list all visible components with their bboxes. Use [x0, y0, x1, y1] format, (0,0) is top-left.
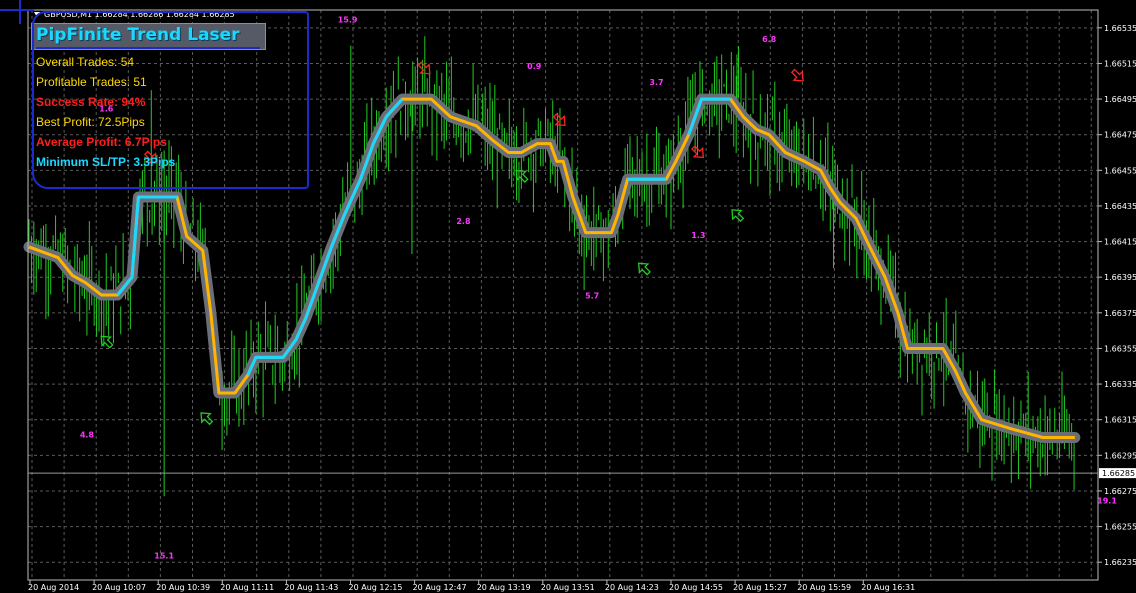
current-price-label: 1.66285: [1102, 469, 1135, 478]
y-tick-label: 1.66235: [1104, 558, 1136, 567]
y-tick-label: 1.66275: [1104, 487, 1136, 496]
x-tick-label: 20 Aug 16:31: [861, 583, 915, 592]
trade-label: 19.1: [1097, 496, 1117, 505]
trade-label: 2.8: [456, 217, 471, 226]
y-tick-label: 1.66335: [1104, 380, 1136, 389]
x-tick-label: 20 Aug 2014: [28, 583, 79, 592]
y-tick-label: 1.66315: [1104, 416, 1136, 425]
trade-label: 5.7: [585, 292, 599, 301]
y-tick-label: 1.66535: [1104, 24, 1136, 33]
y-tick-label: 1.66495: [1104, 95, 1136, 104]
trade-label: 15.1: [154, 552, 174, 561]
x-tick-label: 20 Aug 14:23: [605, 583, 659, 592]
y-tick-label: 1.66455: [1104, 166, 1136, 175]
y-tick-label: 1.66295: [1104, 451, 1136, 460]
x-tick-label: 20 Aug 10:07: [92, 583, 146, 592]
trade-label: 0.9: [527, 62, 542, 71]
x-tick-label: 20 Aug 13:19: [477, 583, 531, 592]
y-tick-label: 1.66415: [1104, 238, 1136, 247]
x-tick-label: 20 Aug 12:15: [349, 583, 403, 592]
trade-label: 1.3: [691, 231, 705, 240]
y-tick-label: 1.66475: [1104, 131, 1136, 140]
y-tick-label: 1.66515: [1104, 59, 1136, 68]
y-tick-label: 1.66435: [1104, 202, 1136, 211]
x-tick-label: 20 Aug 12:47: [413, 583, 467, 592]
x-tick-label: 20 Aug 11:43: [284, 583, 338, 592]
trade-label: 4.8: [80, 431, 95, 440]
chart-background: [0, 0, 1136, 593]
x-tick-label: 20 Aug 15:27: [733, 583, 787, 592]
x-tick-label: 20 Aug 15:59: [797, 583, 851, 592]
x-tick-label: 20 Aug 13:51: [541, 583, 595, 592]
y-tick-label: 1.66375: [1104, 309, 1136, 318]
trade-label: 3.7: [649, 78, 663, 87]
y-tick-label: 1.66355: [1104, 344, 1136, 353]
trade-label: 15.9: [338, 15, 358, 24]
x-tick-label: 20 Aug 10:39: [156, 583, 210, 592]
price-chart[interactable]: 4.8 1.6 15.1 15.9 2.8 0.9 5.7 3.7 1.3 6.8 19.1 1.6…: [0, 0, 1136, 593]
y-tick-label: 1.66255: [1104, 523, 1136, 532]
y-tick-label: 1.66395: [1104, 273, 1136, 282]
x-tick-label: 20 Aug 11:11: [220, 583, 274, 592]
trade-label: 1.6: [99, 105, 114, 114]
x-tick-label: 20 Aug 14:55: [669, 583, 723, 592]
trade-label: 6.8: [762, 35, 777, 44]
